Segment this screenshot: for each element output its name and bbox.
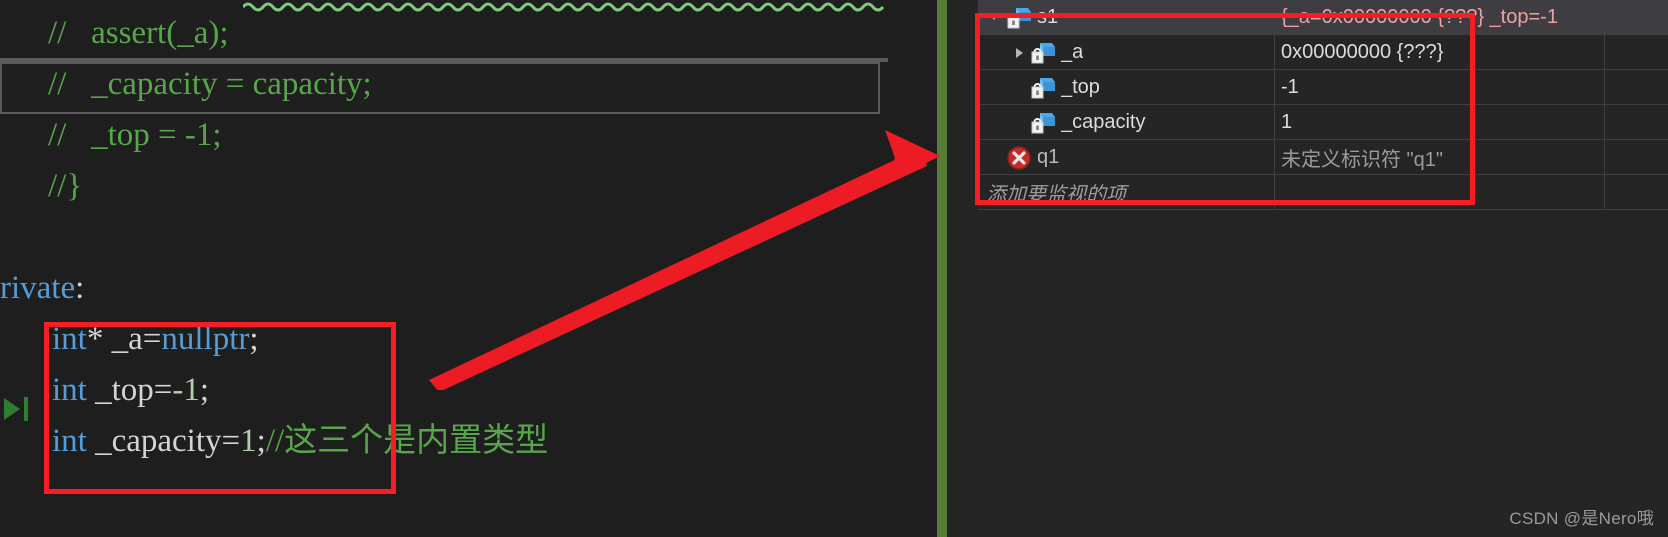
watch-add-item-value-cell[interactable]: [1275, 175, 1605, 210]
code-line-text: // _capacity = capacity;: [48, 59, 372, 110]
watch-value-label: {_a=0x00000000 {???} _top=-1: [1281, 6, 1558, 28]
code-token: ;: [249, 321, 259, 357]
watch-value-cell[interactable]: 未定义标识符 "q1": [1275, 140, 1605, 175]
code-token: // assert(_a);: [48, 15, 229, 51]
code-line-text: int _top=-1;: [52, 365, 209, 416]
field-private-icon: [1030, 110, 1056, 136]
watch-row[interactable]: _top -1: [978, 70, 1668, 105]
code-token: int: [52, 372, 87, 408]
code-token: int: [52, 321, 87, 357]
code-token: _a: [111, 321, 143, 357]
watch-value-label: 1: [1281, 111, 1293, 133]
code-token: *: [86, 321, 112, 357]
code-line[interactable]: int _capacity=1;//这三个是内置类型: [0, 416, 888, 467]
code-line-text: int _capacity=1;//这三个是内置类型: [52, 416, 548, 467]
code-token: 1: [240, 423, 257, 459]
code-line[interactable]: int _top=-1;: [0, 365, 888, 416]
watermark: CSDN @是Nero哦: [1509, 509, 1654, 528]
watch-add-item-type-cell[interactable]: [1605, 175, 1668, 210]
code-token: =: [142, 321, 162, 357]
screenshot-root: // assert(_a); // _capacity = capacity; //…: [0, 0, 1668, 537]
watch-row[interactable]: _a 0x00000000 {???}: [978, 35, 1668, 70]
error-circle-icon: [1006, 145, 1032, 171]
watch-name-cell[interactable]: q1: [978, 140, 1275, 175]
code-token: //}: [48, 168, 83, 204]
code-token: -1: [172, 372, 200, 408]
watch-value-label: 0x00000000 {???}: [1281, 41, 1444, 63]
scrollbar-change-indicator[interactable]: [937, 0, 947, 537]
watch-name-cell[interactable]: _a: [978, 35, 1275, 70]
code-line-text: // assert(_a);: [48, 8, 229, 59]
field-private-icon: [1006, 5, 1032, 31]
code-token: // _top = -1;: [48, 117, 222, 153]
watch-name-label: _a: [1061, 41, 1084, 63]
watch-window-pane[interactable]: s1 {_a=0x00000000 {???} _top=-1 _a 0x000000…: [947, 0, 1668, 537]
code-line[interactable]: int* _a=nullptr;: [0, 314, 888, 365]
code-text[interactable]: // assert(_a); // _capacity = capacity; //…: [0, 0, 888, 537]
code-token: ;: [256, 423, 266, 459]
code-token: // _capacity = capacity;: [48, 66, 372, 102]
chevron-down-icon[interactable]: [986, 0, 1006, 35]
watch-name-label: q1: [1037, 146, 1060, 168]
code-token: rivate: [0, 270, 76, 306]
watch-value-cell[interactable]: -1: [1275, 70, 1605, 105]
code-token: :: [75, 270, 85, 306]
code-token: //这三个是内置类型: [265, 423, 549, 459]
watch-value-cell[interactable]: 1: [1275, 105, 1605, 140]
code-token: _capacity: [86, 423, 222, 459]
code-line[interactable]: // assert(_a);: [0, 8, 888, 59]
watch-name-label: _capacity: [1061, 111, 1146, 133]
watch-value-cell[interactable]: {_a=0x00000000 {???} _top=-1: [1275, 0, 1605, 35]
code-line[interactable]: // _top = -1;: [0, 110, 888, 161]
code-line[interactable]: [0, 212, 888, 263]
watch-type-cell[interactable]: [1605, 35, 1668, 70]
chevron-right-icon[interactable]: [1010, 35, 1030, 70]
code-token: _top: [86, 372, 154, 408]
watch-value-label: 未定义标识符 "q1": [1281, 149, 1444, 171]
watch-row[interactable]: s1 {_a=0x00000000 {???} _top=-1: [978, 0, 1668, 35]
code-line[interactable]: // _capacity = capacity;: [0, 59, 888, 110]
code-token: nullptr: [161, 321, 250, 357]
code-line-text: //}: [48, 161, 82, 212]
code-line-text: int* _a=nullptr;: [52, 314, 259, 365]
code-line[interactable]: //}: [0, 161, 888, 212]
watch-row[interactable]: _capacity 1: [978, 105, 1668, 140]
watch-name-label: _top: [1061, 76, 1100, 98]
squiggle-underline-icon: [243, 2, 885, 12]
watch-type-cell[interactable]: [1605, 0, 1668, 35]
watch-name-label: s1: [1037, 6, 1059, 28]
code-editor-pane[interactable]: // assert(_a); // _capacity = capacity; //…: [0, 0, 888, 537]
code-token: ;: [199, 372, 210, 408]
watch-type-cell[interactable]: [1605, 70, 1668, 105]
watch-name-cell[interactable]: s1: [978, 0, 1275, 35]
editor-right-margin: [888, 0, 937, 537]
watch-row[interactable]: q1 未定义标识符 "q1": [978, 140, 1668, 175]
code-token: =: [221, 423, 241, 459]
code-line-text: // _top = -1;: [48, 110, 222, 161]
watch-value-label: -1: [1281, 76, 1299, 98]
watch-add-item-cell[interactable]: 添加要监视的项: [978, 175, 1275, 210]
watch-type-cell[interactable]: [1605, 140, 1668, 175]
watch-type-cell[interactable]: [1605, 105, 1668, 140]
watch-name-cell[interactable]: _capacity: [978, 105, 1275, 140]
code-token: =: [153, 372, 173, 408]
field-private-icon: [1030, 75, 1056, 101]
code-line-text: rivate:: [0, 263, 84, 314]
watch-value-cell[interactable]: 0x00000000 {???}: [1275, 35, 1605, 70]
watch-name-cell[interactable]: _top: [978, 70, 1275, 105]
field-private-icon: [1030, 40, 1056, 66]
watch-add-item-row[interactable]: 添加要监视的项: [978, 175, 1668, 210]
watch-add-item-placeholder: 添加要监视的项: [986, 184, 1126, 206]
code-line[interactable]: rivate:: [0, 263, 888, 314]
step-into-marker-icon: [4, 397, 28, 421]
code-token: int: [52, 423, 87, 459]
